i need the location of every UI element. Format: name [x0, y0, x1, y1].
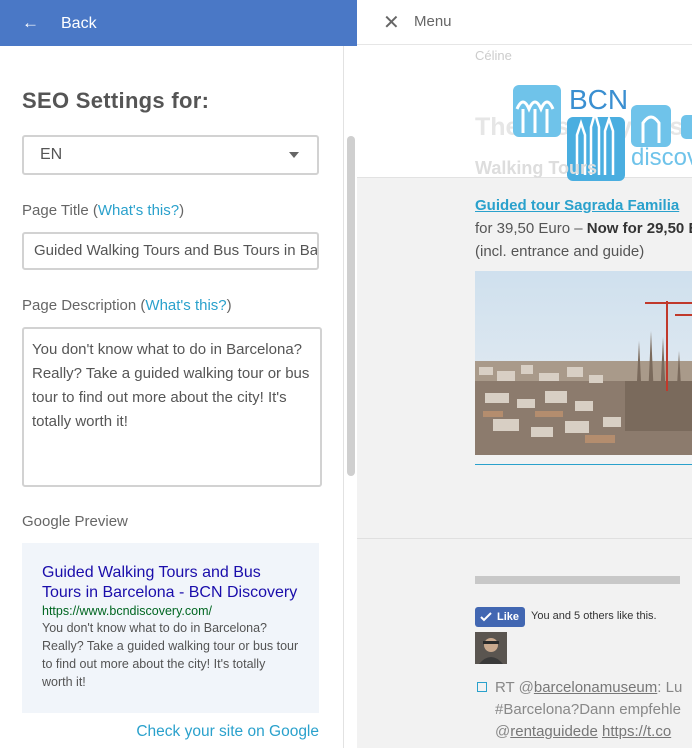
photo-divider: [475, 464, 692, 465]
back-button[interactable]: ← Back: [22, 0, 97, 46]
tweet-url-link[interactable]: https://t.co: [602, 723, 671, 740]
close-icon[interactable]: ✕: [383, 10, 400, 35]
site-author: Céline: [475, 48, 512, 63]
tweet-hashtag: #Barcelona?Dann empfehle: [495, 701, 681, 718]
tweet-handle-link[interactable]: barcelonamuseum: [534, 679, 657, 696]
back-label: Back: [61, 15, 97, 32]
logo-wordmark-top: BCN: [569, 84, 628, 115]
language-selected-value: EN: [40, 146, 63, 163]
site-preview: ✕ Menu Céline The best way to see Barcel…: [357, 0, 692, 748]
page-title-label: Page Title (What's this?): [22, 202, 185, 219]
google-preview-url: https://www.bcndiscovery.com/: [42, 604, 212, 618]
page-description-label: Page Description (What's this?): [22, 297, 232, 314]
like-check-icon: [480, 612, 492, 622]
barcelona-city-photo: [475, 271, 692, 455]
google-preview-card: Guided Walking Tours and Bus Tours in Ba…: [22, 543, 319, 713]
tweet-handle-link-2[interactable]: rentaguidede: [510, 723, 598, 740]
page-description-textarea[interactable]: You don't know what to do in Barcelona? …: [22, 327, 322, 487]
page-description-help-link[interactable]: What's this?: [145, 297, 226, 314]
panel-scrollbar[interactable]: [343, 46, 357, 748]
placeholder-bar: [475, 576, 680, 584]
section-divider: [357, 538, 692, 539]
seo-settings-panel: ← Back SEO Settings for: EN Page Title (W…: [0, 0, 357, 748]
logo-wordmark-bottom: discovery: [631, 144, 692, 171]
page-title-input[interactable]: Guided Walking Tours and Bus Tours in Ba…: [22, 232, 319, 270]
panel-top-bar: ← Back: [0, 0, 357, 46]
tour-price: for 39,50 Euro – Now for 29,50 Euro: [475, 220, 692, 237]
logo-arch-block: [513, 85, 561, 137]
tweet-item: RT @barcelonamuseum: Lu #Barcelona?Dann …: [495, 677, 692, 743]
tour-price-note: (incl. entrance and guide): [475, 243, 645, 260]
back-arrow-icon: ←: [22, 13, 39, 32]
avatar[interactable]: [475, 632, 507, 664]
language-select[interactable]: EN: [22, 135, 319, 175]
panel-scrollbar-thumb[interactable]: [347, 136, 355, 476]
facebook-like-button[interactable]: Like: [475, 607, 525, 627]
like-label: Like: [497, 611, 520, 623]
tweet-bullet-icon: [477, 682, 487, 692]
seo-heading: SEO Settings for:: [22, 88, 210, 113]
google-preview-label: Google Preview: [22, 513, 128, 530]
google-preview-description: You don't know what to do in Barcelona? …: [42, 621, 299, 689]
tour-sagrada-familia-link[interactable]: Guided tour Sagrada Familia: [475, 197, 679, 214]
menu-button[interactable]: Menu: [414, 13, 452, 30]
like-count-text: You and 5 others like this.: [531, 610, 657, 622]
preview-menu-bar: ✕ Menu: [357, 0, 692, 45]
google-preview-title: Guided Walking Tours and Bus Tours in Ba…: [42, 564, 298, 601]
site-subheading: Walking Tours: [475, 158, 598, 178]
check-site-on-google-link[interactable]: Check your site on Google: [136, 723, 319, 741]
page-title-help-link[interactable]: What's this?: [98, 202, 179, 219]
dropdown-caret-icon: [289, 152, 299, 158]
panel-content: SEO Settings for: EN Page Title (What's …: [0, 46, 343, 748]
